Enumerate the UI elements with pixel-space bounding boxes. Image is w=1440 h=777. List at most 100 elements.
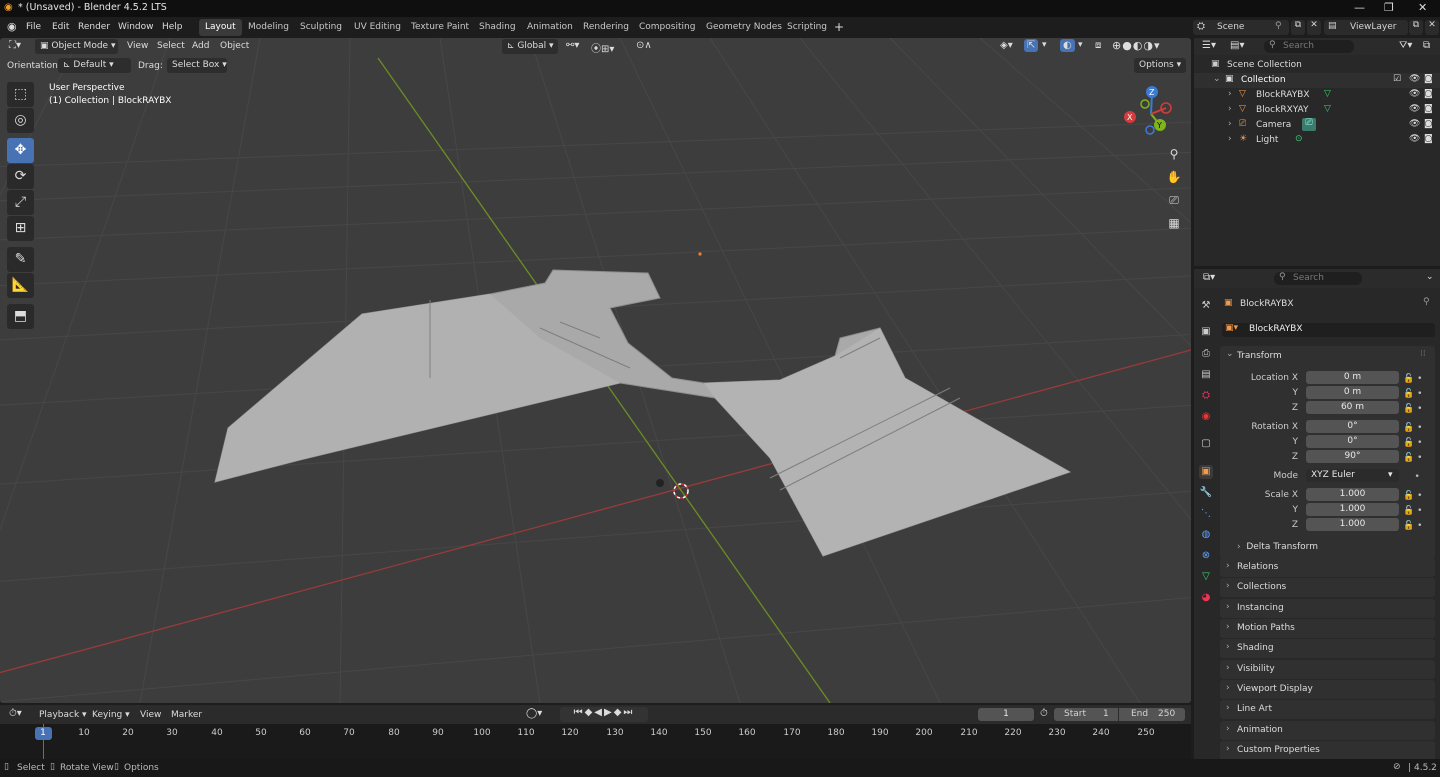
zoom-icon[interactable]: ⚲	[1163, 143, 1185, 165]
panel-line-art[interactable]: › Line Art	[1220, 700, 1435, 719]
3d-viewport[interactable]: ⛶▾ ▣ Object Mode ▾ View Select Add Objec…	[0, 38, 1191, 703]
scale-tool[interactable]: ⤢	[7, 190, 34, 215]
outliner-item-blockrxyay[interactable]: › ▽ BlockRXYAY ▽ 👁 ◙	[1194, 103, 1440, 118]
new-viewlayer-icon[interactable]: ⧉	[1409, 20, 1423, 35]
tab-compositing[interactable]: Compositing	[633, 19, 701, 36]
playback-menu[interactable]: Playback ▾	[39, 710, 87, 720]
jump-end-icon[interactable]: ⏭	[623, 707, 634, 718]
mode-selector[interactable]: ▣ Object Mode ▾	[35, 39, 118, 54]
expand-chevron-icon[interactable]: ›	[1228, 89, 1232, 99]
panel-custom-properties[interactable]: › Custom Properties	[1220, 741, 1435, 760]
modifiers-tab-icon[interactable]: 🔧	[1199, 486, 1213, 500]
output-tab-icon[interactable]: ⎙	[1199, 347, 1213, 361]
lock-icon[interactable]: 🔓 •	[1403, 489, 1433, 504]
drag-dropdown[interactable]: Select Box ▾	[167, 58, 227, 73]
rotation-y-field[interactable]: 0°	[1306, 435, 1399, 448]
play-icon[interactable]: ▶	[604, 707, 614, 718]
tool-tab-icon[interactable]: ⚒	[1199, 299, 1213, 313]
menu-add[interactable]: Add	[192, 41, 209, 51]
add-cube-tool[interactable]: ⬒	[7, 304, 34, 329]
transform-orientation[interactable]: ⊾ Global ▾	[502, 39, 558, 54]
expand-chevron-icon[interactable]: ›	[1228, 119, 1232, 129]
overlays-icon[interactable]: ◐	[1060, 39, 1075, 52]
location-z-field[interactable]: 60 m	[1306, 401, 1399, 414]
lock-icon[interactable]: 🔓 •	[1403, 519, 1433, 534]
menu-view[interactable]: View	[127, 41, 148, 51]
next-keyframe-icon[interactable]: ◆	[614, 707, 624, 718]
lock-icon[interactable]: 🔓 •	[1403, 421, 1433, 436]
cursor-tool[interactable]: ◎	[7, 108, 34, 133]
play-reverse-icon[interactable]: ◀	[594, 707, 604, 718]
start-frame-field[interactable]: Start 1	[1054, 708, 1118, 721]
select-tool[interactable]: ⬚	[7, 82, 34, 107]
properties-search[interactable]: ⚲ Search	[1274, 272, 1362, 285]
scene-selector[interactable]: ⛭ Scene ⚲	[1193, 20, 1289, 35]
lock-icon[interactable]: 🔓 •	[1403, 372, 1433, 387]
timeline-editor-icon[interactable]: ⏱▾	[9, 708, 22, 719]
render-camera-icon[interactable]: ◙	[1424, 89, 1433, 99]
viewlayer-selector[interactable]: ▤ ViewLayer	[1324, 20, 1408, 35]
checkbox-icon[interactable]: ☑	[1393, 74, 1401, 84]
gizmo-neg-z[interactable]	[1145, 125, 1155, 135]
preview-range-icon[interactable]: ⏱	[1040, 708, 1048, 719]
rotation-z-field[interactable]: 90°	[1306, 450, 1399, 463]
lock-icon[interactable]: 🔓 •	[1403, 451, 1433, 466]
expand-chevron-icon[interactable]: ⌄	[1213, 74, 1221, 84]
auto-keying-icon[interactable]: ◯▾	[526, 708, 542, 719]
menu-window[interactable]: Window	[118, 22, 154, 32]
drag-handle-icon[interactable]: ⁞⁞	[1420, 349, 1426, 359]
orthographic-grid-icon[interactable]: ▦	[1163, 212, 1185, 234]
render-camera-icon[interactable]: ◙	[1424, 104, 1433, 114]
maximize-icon[interactable]: ❐	[1384, 1, 1394, 14]
scene-tab-icon[interactable]: ⛭	[1199, 389, 1213, 403]
snap-icon[interactable]: ⦿⊞▾	[591, 40, 614, 55]
panel-animation[interactable]: › Animation	[1220, 721, 1435, 740]
expand-chevron-icon[interactable]: ›	[1228, 104, 1232, 114]
object-name-field[interactable]: ▣▾ BlockRAYBX	[1222, 323, 1435, 337]
rotate-tool[interactable]: ⟳	[7, 164, 34, 189]
material-tab-icon[interactable]: ◕	[1199, 591, 1213, 605]
lock-icon[interactable]: 🔓 •	[1403, 436, 1433, 451]
annotate-tool[interactable]: ✎	[7, 247, 34, 272]
gizmo-neg-y[interactable]	[1140, 99, 1150, 109]
tab-shading[interactable]: Shading	[473, 19, 522, 36]
mesh-data-tab-icon[interactable]: ▽	[1199, 570, 1213, 584]
outliner-item-camera[interactable]: › ⎚ Camera ⎚ 👁 ◙	[1194, 118, 1440, 133]
display-mode-icon[interactable]: ▤▾	[1230, 40, 1244, 51]
view-layer-tab-icon[interactable]: ▤	[1199, 368, 1213, 382]
xray-icon[interactable]: ⧈	[1095, 40, 1101, 51]
location-y-field[interactable]: 0 m	[1306, 386, 1399, 399]
tab-sculpting[interactable]: Sculpting	[294, 19, 348, 36]
blender-menu-icon[interactable]: ◉	[7, 20, 17, 33]
menu-object[interactable]: Object	[220, 41, 249, 51]
delta-transform-subpanel[interactable]: › Delta Transform	[1237, 542, 1318, 552]
current-frame-field[interactable]: 1	[978, 708, 1034, 721]
eye-icon[interactable]: 👁	[1409, 89, 1420, 99]
menu-select[interactable]: Select	[157, 41, 185, 51]
keyframe-dot-icon[interactable]: •	[1403, 470, 1433, 485]
panel-visibility[interactable]: › Visibility	[1220, 660, 1435, 679]
options-button[interactable]: Options ▾	[1134, 58, 1186, 73]
tab-animation[interactable]: Animation	[521, 19, 579, 36]
tab-texture-paint[interactable]: Texture Paint	[405, 19, 475, 36]
constraints-tab-icon[interactable]: ⊗	[1199, 549, 1213, 563]
tab-modeling[interactable]: Modeling	[242, 19, 295, 36]
add-workspace-icon[interactable]: +	[834, 20, 844, 34]
collection-tab-icon[interactable]: ▢	[1199, 437, 1213, 451]
jump-start-icon[interactable]: ⏮	[574, 707, 585, 718]
move-tool[interactable]: ✥	[7, 138, 34, 163]
menu-help[interactable]: Help	[162, 22, 183, 32]
panel-shading[interactable]: › Shading	[1220, 639, 1435, 658]
tab-geometry-nodes[interactable]: Geometry Nodes	[700, 19, 788, 36]
properties-dropdown-icon[interactable]: ⌄	[1426, 272, 1434, 282]
gizmo-dropdown-icon[interactable]: ▾	[1042, 40, 1047, 50]
properties-editor-icon[interactable]: ⧉▾	[1203, 272, 1215, 283]
physics-tab-icon[interactable]: ◍	[1199, 528, 1213, 542]
tab-scripting[interactable]: Scripting	[781, 19, 833, 36]
light-origin[interactable]	[698, 252, 702, 256]
visibility-icon[interactable]: ◈▾	[1000, 40, 1013, 51]
scene-collection-row[interactable]: ▣ Scene Collection	[1194, 58, 1440, 73]
editor-type-icon[interactable]: ⛶▾	[9, 40, 21, 51]
navigation-gizmo[interactable]: Z Y X	[1120, 84, 1184, 144]
panel-relations[interactable]: › Relations	[1220, 558, 1435, 577]
